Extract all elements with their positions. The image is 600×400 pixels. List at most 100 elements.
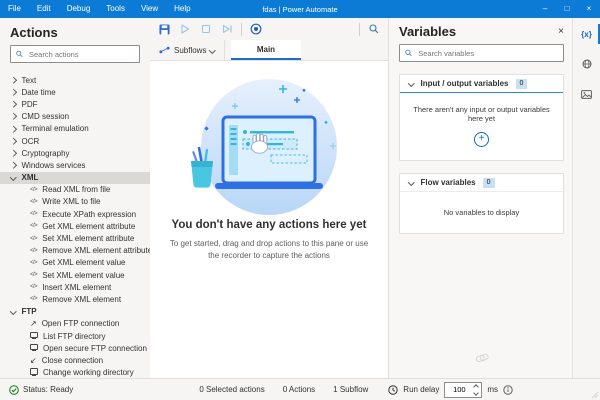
monitor-icon — [30, 331, 38, 339]
tree-group-ocr[interactable]: OCR — [0, 135, 150, 147]
open-connection-icon: ↗ — [30, 319, 37, 329]
save-button[interactable] — [157, 21, 171, 37]
play-icon — [181, 24, 190, 34]
tree-item-close-connection[interactable]: ↙ Close connection — [0, 354, 150, 366]
tree-item-get-xml-element-attribute[interactable]: </> Get XML element attribute — [0, 220, 150, 232]
chevron-right-icon — [10, 137, 17, 145]
flow-variables-label: Flow variables — [420, 178, 476, 187]
flow-variables-header[interactable]: Flow variables 0 — [400, 174, 563, 192]
code-icon: </> — [30, 259, 38, 266]
minimize-icon[interactable]: – — [534, 0, 556, 18]
menu-file[interactable]: File — [0, 0, 29, 18]
variables-icon: {x} — [581, 29, 592, 39]
menu-tools[interactable]: Tools — [98, 0, 133, 18]
chevron-down-icon — [209, 46, 216, 54]
info-icon[interactable] — [503, 384, 513, 395]
tree-item-execute-xpath-expression[interactable]: </> Execute XPath expression — [0, 208, 150, 220]
watermark-icon — [475, 353, 489, 363]
recorder-button[interactable] — [249, 21, 263, 37]
tree-item-open-secure-ftp-connection[interactable]: Open secure FTP connection — [0, 342, 150, 354]
rail-images-button[interactable] — [573, 82, 600, 106]
chevron-right-icon — [10, 89, 17, 96]
tree-item-label: Set XML element value — [42, 270, 125, 280]
tree-item-label: Change working directory — [43, 368, 134, 378]
tree-item-remove-xml-element[interactable]: </> Remove XML element — [0, 293, 150, 305]
flow-canvas[interactable]: You don't have any actions here yet To g… — [150, 61, 388, 378]
tree-group-windows-services[interactable]: Windows services — [0, 159, 150, 171]
rail-variables-button[interactable]: {x} — [573, 22, 600, 46]
empty-state-illustration — [191, 79, 337, 215]
variables-panel: Variables × Input / output variables 0 T… — [388, 18, 574, 378]
save-icon — [158, 23, 170, 35]
stop-button[interactable] — [199, 21, 213, 37]
tree-item-remove-xml-element-attribute[interactable]: </> Remove XML element attribute — [0, 245, 150, 257]
chevron-down-icon — [10, 174, 17, 181]
empty-state-heading: You don't have any actions here yet — [171, 219, 367, 231]
code-icon: </> — [30, 284, 38, 291]
tree-item-change-working-directory[interactable]: Change working directory — [0, 367, 150, 379]
maximize-icon[interactable]: □ — [556, 0, 578, 18]
chevron-right-icon — [10, 113, 17, 120]
tree-group-terminal-emulation[interactable]: Terminal emulation — [0, 123, 150, 135]
chevron-right-icon — [10, 101, 17, 108]
tree-item-list-ftp-directory[interactable]: List FTP directory — [0, 330, 150, 342]
io-variables-header[interactable]: Input / output variables 0 — [400, 75, 563, 93]
tree-item-read-xml-from-file[interactable]: </> Read XML from file — [0, 184, 150, 196]
io-variables-count-badge: 0 — [515, 78, 528, 89]
io-variables-label: Input / output variables — [420, 79, 509, 88]
chevron-right-icon — [10, 125, 17, 133]
tree-group-xml[interactable]: XML — [0, 171, 150, 184]
increment-icon[interactable] — [473, 383, 480, 390]
code-icon: </> — [30, 198, 38, 205]
code-icon: </> — [30, 223, 38, 230]
tree-item-set-xml-element-value[interactable]: </> Set XML element value — [0, 269, 150, 281]
flow-variables-empty-text: No variables to display — [443, 208, 520, 217]
code-icon: </> — [30, 247, 38, 254]
close-icon[interactable]: × — [578, 0, 600, 18]
status-bar: Status: Ready 0 Selected actions 0 Actio… — [0, 378, 600, 400]
chevron-down-icon — [10, 308, 17, 315]
subflows-dropdown[interactable]: Subflows — [150, 40, 225, 60]
subflow-count: 1 Subflow — [333, 385, 369, 394]
tree-item-open-ftp-connection[interactable]: ↗ Open FTP connection — [0, 318, 150, 330]
tree-group-ftp[interactable]: FTP — [0, 306, 150, 318]
close-icon[interactable]: × — [558, 26, 564, 37]
resize-grip[interactable] — [591, 391, 599, 399]
tab-main[interactable]: Main — [230, 40, 301, 60]
empty-state-subtext: To get started, drag and drop actions to… — [169, 239, 369, 261]
tree-item-write-xml-to-file[interactable]: </> Write XML to file — [0, 196, 150, 208]
monitor-icon — [30, 368, 38, 376]
tree-group-text[interactable]: Text — [0, 74, 150, 86]
add-variable-button[interactable]: + — [474, 132, 489, 147]
menu-edit[interactable]: Edit — [29, 0, 59, 18]
stop-icon — [201, 24, 211, 34]
tree-item-label: Write XML to file — [42, 197, 101, 207]
variables-panel-title: Variables — [399, 24, 457, 39]
search-flow-button[interactable] — [367, 21, 381, 37]
run-delay-input[interactable] — [445, 384, 474, 395]
tree-item-label: Remove XML element — [42, 294, 122, 304]
run-button[interactable] — [178, 21, 192, 37]
tree-group-label: CMD session — [21, 112, 70, 122]
rail-ui-elements-button[interactable] — [573, 52, 600, 76]
tree-group-pdf[interactable]: PDF — [0, 98, 150, 110]
menu-view[interactable]: View — [133, 0, 166, 18]
tree-group-datetime[interactable]: Date time — [0, 86, 150, 98]
actions-search[interactable] — [10, 45, 140, 63]
stepper-arrows[interactable] — [473, 383, 480, 396]
run-next-action-button[interactable] — [220, 21, 234, 37]
run-delay-stepper[interactable] — [444, 381, 483, 398]
menu-debug[interactable]: Debug — [59, 0, 99, 18]
actions-search-input[interactable] — [26, 48, 134, 60]
ui-elements-icon — [582, 59, 591, 69]
code-icon: </> — [30, 211, 38, 218]
tree-group-cmd-session[interactable]: CMD session — [0, 111, 150, 123]
tree-group-cryptography[interactable]: Cryptography — [0, 147, 150, 159]
variables-search-input[interactable] — [416, 47, 558, 59]
menu-help[interactable]: Help — [166, 0, 198, 18]
decrement-icon[interactable] — [473, 389, 480, 396]
tree-item-get-xml-element-value[interactable]: </> Get XML element value — [0, 257, 150, 269]
variables-search[interactable] — [399, 44, 564, 62]
tree-item-set-xml-element-attribute[interactable]: </> Set XML element attribute — [0, 232, 150, 244]
tree-item-insert-xml-element[interactable]: </> Insert XML element — [0, 281, 150, 293]
